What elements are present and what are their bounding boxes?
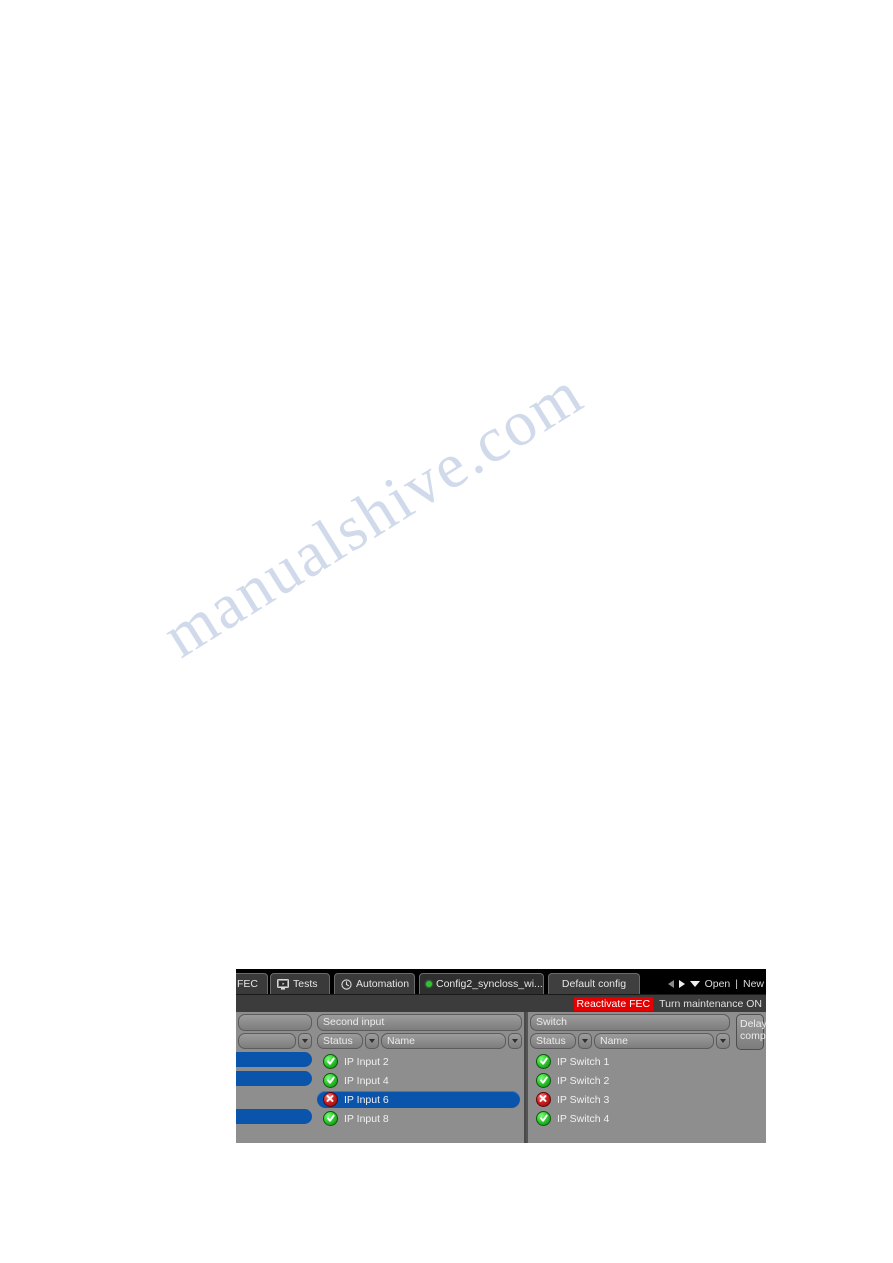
column-headers-second-input: Status Name	[317, 1033, 522, 1049]
group-header-switch: Switch	[530, 1014, 730, 1031]
row-pill	[236, 1109, 312, 1124]
column-header-status[interactable]: Status	[317, 1033, 363, 1049]
clock-icon	[341, 978, 352, 990]
triangle-right-icon[interactable]	[678, 979, 685, 988]
status-ok-icon	[323, 1111, 338, 1126]
row-name: IP Switch 2	[557, 1074, 610, 1087]
column-header-name[interactable]: Name	[381, 1033, 506, 1049]
table-row[interactable]: IP Input 4	[315, 1071, 524, 1090]
status-ok-icon	[323, 1073, 338, 1088]
column-header-status[interactable]: Status	[530, 1033, 576, 1049]
row-name: IP Switch 4	[557, 1112, 610, 1125]
status-error-icon	[323, 1092, 338, 1107]
column-headers-switch: Status Name	[530, 1033, 730, 1049]
chevron-down-icon[interactable]	[716, 1033, 730, 1049]
chevron-down-icon[interactable]	[298, 1033, 312, 1049]
reactivate-fec-button[interactable]: Reactivate FEC	[573, 996, 654, 1011]
row-name: IP Input 2	[344, 1055, 389, 1068]
status-dot-green-icon	[426, 981, 432, 987]
action-bar: Reactivate FEC Turn maintenance ON	[236, 994, 766, 1012]
chevron-down-icon[interactable]	[365, 1033, 379, 1049]
tab-default-config[interactable]: Default config	[548, 973, 640, 994]
rows-first-input	[236, 1052, 314, 1143]
column-header-name[interactable]	[238, 1033, 296, 1049]
monitor-icon	[277, 978, 289, 990]
table-row[interactable]: IP Switch 2	[528, 1071, 732, 1090]
row-name: IP Input 4	[344, 1074, 389, 1087]
row-content-selected[interactable]: IP Input 6	[317, 1091, 520, 1108]
pane-first-input	[236, 1012, 314, 1143]
tab-label: st, FEC	[236, 977, 259, 990]
group-header-label[interactable]: Second input	[317, 1014, 522, 1031]
table-row[interactable]: IP Switch 3	[528, 1090, 732, 1109]
tab-label: Config2_syncloss_wi...	[436, 977, 543, 990]
delay-comp-button[interactable]: Delay comp.	[736, 1014, 766, 1050]
pane-delay-compensation: Delay comp.	[734, 1012, 766, 1143]
table-row[interactable]	[236, 1071, 314, 1090]
row-content[interactable]: IP Input 4	[317, 1072, 520, 1089]
delay-comp-line2: comp.	[740, 1030, 766, 1042]
table-row[interactable]: IP Switch 1	[528, 1052, 732, 1071]
status-ok-icon	[536, 1073, 551, 1088]
row-content[interactable]: IP Input 2	[317, 1053, 520, 1070]
tab-label: Tests	[293, 977, 318, 990]
tab-label: Default config	[561, 977, 627, 990]
tab-label: Automation	[356, 977, 410, 990]
new-link[interactable]: New	[743, 978, 764, 990]
group-header-label[interactable]: Switch	[530, 1014, 730, 1031]
table-row[interactable]: IP Switch 4	[528, 1109, 732, 1128]
table-row[interactable]: IP Input 8	[315, 1109, 524, 1128]
watermark-text: manualshive.com	[150, 356, 595, 672]
group-header-second-input: Second input	[317, 1014, 522, 1031]
status-ok-icon	[323, 1054, 338, 1069]
status-ok-icon	[536, 1111, 551, 1126]
nav-separator: |	[735, 977, 738, 990]
row-content[interactable]: IP Switch 3	[530, 1091, 728, 1108]
column-headers-first-input	[238, 1033, 312, 1049]
turn-maintenance-on-button[interactable]: Turn maintenance ON	[659, 998, 762, 1010]
group-header-first-input	[238, 1014, 312, 1031]
tab-bar: st, FEC Tests Automation	[236, 969, 766, 994]
row-pill	[236, 1071, 312, 1086]
row-name: IP Input 6	[344, 1093, 389, 1106]
table-row[interactable]	[236, 1090, 314, 1109]
tab-tests[interactable]: Tests	[270, 973, 330, 994]
tab-navigation-controls: Open | New	[667, 974, 764, 993]
group-header-label[interactable]	[238, 1014, 312, 1031]
pane-second-input: Second input Status Name IP Input 2 IP I…	[315, 1012, 524, 1143]
triangle-down-icon[interactable]	[689, 980, 700, 987]
row-content[interactable]: IP Switch 2	[530, 1072, 728, 1089]
row-content[interactable]: IP Switch 1	[530, 1053, 728, 1070]
rows-second-input: IP Input 2 IP Input 4 IP Input 6 IP Inpu…	[315, 1052, 524, 1143]
status-error-icon	[536, 1092, 551, 1107]
row-name: IP Switch 3	[557, 1093, 610, 1106]
triangle-left-icon[interactable]	[667, 979, 674, 988]
row-pill	[236, 1052, 312, 1067]
row-content[interactable]: IP Input 8	[317, 1110, 520, 1127]
delay-comp-line1: Delay	[740, 1018, 766, 1030]
application-screenshot-panel: st, FEC Tests Automation	[236, 969, 766, 1143]
configuration-grid: Second input Status Name IP Input 2 IP I…	[236, 1012, 766, 1143]
table-row[interactable]	[236, 1109, 314, 1128]
tab-config2-syncloss[interactable]: Config2_syncloss_wi...	[419, 973, 544, 994]
column-header-name[interactable]: Name	[594, 1033, 714, 1049]
chevron-down-icon[interactable]	[508, 1033, 522, 1049]
row-name: IP Switch 1	[557, 1055, 610, 1068]
table-row[interactable]: IP Input 2	[315, 1052, 524, 1071]
table-row[interactable]	[236, 1052, 314, 1071]
chevron-down-icon[interactable]	[578, 1033, 592, 1049]
rows-switch: IP Switch 1 IP Switch 2 IP Switch 3 IP S…	[528, 1052, 732, 1143]
row-content[interactable]: IP Switch 4	[530, 1110, 728, 1127]
pane-switch: Switch Status Name IP Switch 1 IP Switch…	[526, 1012, 732, 1143]
row-name: IP Input 8	[344, 1112, 389, 1125]
table-row[interactable]: IP Input 6	[315, 1090, 524, 1109]
status-ok-icon	[536, 1054, 551, 1069]
tab-automation[interactable]: Automation	[334, 973, 415, 994]
open-link[interactable]: Open	[705, 978, 731, 990]
tab-st-fec[interactable]: st, FEC	[236, 973, 268, 994]
